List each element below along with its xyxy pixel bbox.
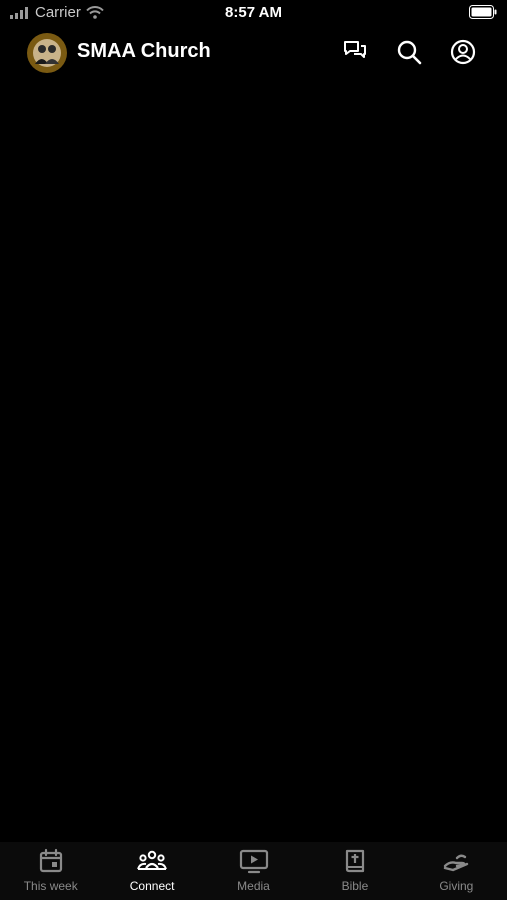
main-content xyxy=(0,76,507,842)
profile-button[interactable] xyxy=(449,38,477,66)
tab-bar: This week Connect Media Bible Giving xyxy=(0,842,507,900)
tab-label: This week xyxy=(23,879,78,893)
header-actions xyxy=(341,38,477,66)
chat-button[interactable] xyxy=(341,38,369,66)
tab-connect[interactable]: Connect xyxy=(101,842,202,900)
giving-hand-icon xyxy=(444,854,469,872)
profile-icon xyxy=(450,39,476,65)
status-time: 8:57 AM xyxy=(225,4,282,21)
play-screen-icon xyxy=(239,849,268,874)
search-icon xyxy=(397,40,422,65)
calendar-icon xyxy=(39,848,62,873)
tab-label: Media xyxy=(237,879,270,893)
bible-icon xyxy=(345,849,365,873)
status-bar: Carrier 8:57 AM xyxy=(0,0,507,28)
church-logo-avatar[interactable] xyxy=(27,33,67,73)
tab-label: Connect xyxy=(129,879,175,893)
tab-this-week[interactable]: This week xyxy=(0,842,101,900)
logo-people-icon xyxy=(33,39,61,67)
people-icon xyxy=(137,850,168,870)
battery-icon xyxy=(469,5,497,24)
tab-label: Bible xyxy=(341,879,369,893)
tab-bible[interactable]: Bible xyxy=(304,842,405,900)
tab-media[interactable]: Media xyxy=(203,842,304,900)
tab-giving[interactable]: Giving xyxy=(406,842,507,900)
tab-label: Giving xyxy=(439,879,474,893)
app-title: SMAA Church xyxy=(77,40,211,62)
chat-icon xyxy=(344,41,366,58)
app-header: SMAA Church xyxy=(0,28,507,76)
search-button[interactable] xyxy=(395,38,423,66)
